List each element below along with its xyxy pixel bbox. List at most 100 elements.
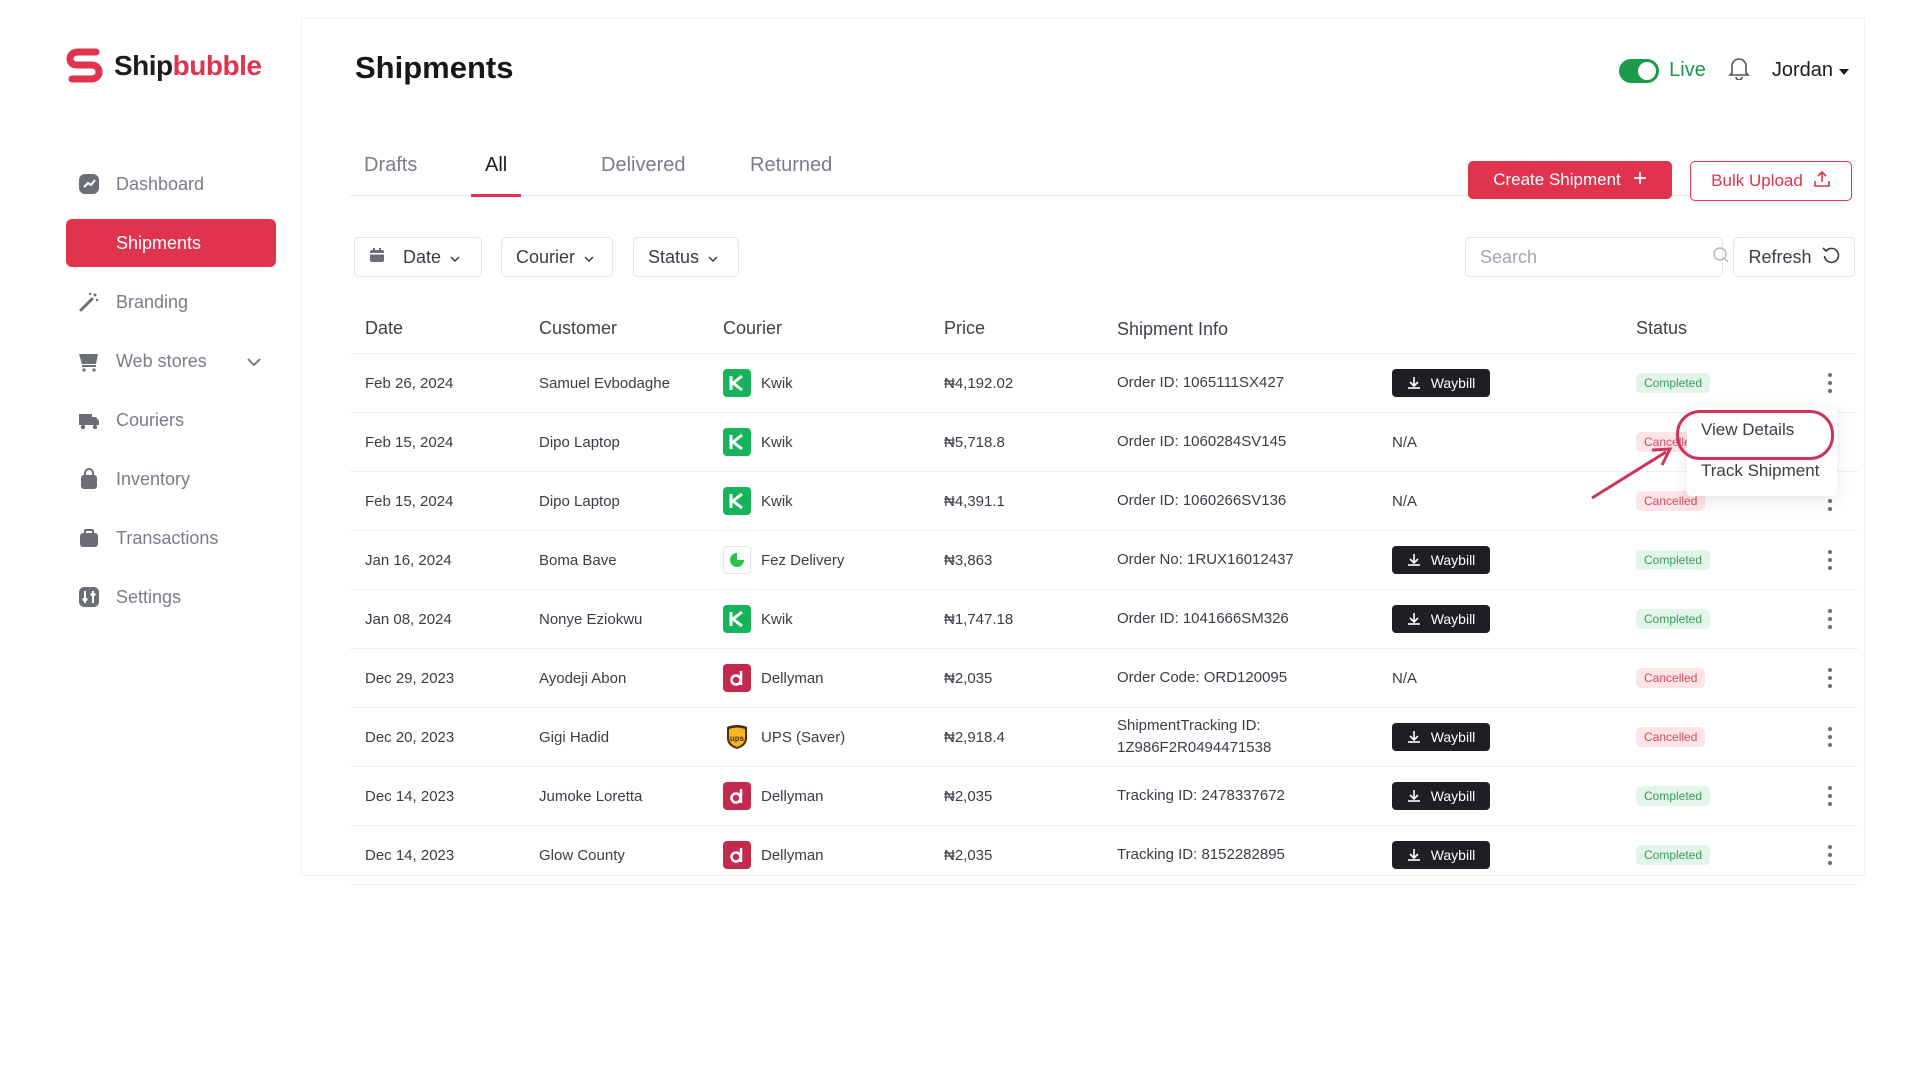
date-filter[interactable]: Date [354, 237, 482, 277]
cell-na: N/A [1392, 433, 1418, 451]
cell-shipment-info: Order ID: 1041666SM326 [1117, 608, 1289, 630]
header-courier: Courier [723, 318, 783, 338]
row-more-button[interactable] [1820, 786, 1840, 806]
download-icon [1407, 377, 1420, 389]
waybill-button[interactable]: Waybill [1392, 546, 1490, 574]
sidebar-item-web-stores[interactable]: Web stores [66, 337, 276, 385]
waybill-button[interactable]: Waybill [1392, 782, 1490, 810]
cell-price: ₦4,192.02 [944, 374, 1014, 392]
cell-courier: Kwik [723, 428, 793, 456]
row-more-button[interactable] [1820, 373, 1840, 393]
user-name: Jordan [1771, 59, 1833, 81]
sidebar-item-transactions[interactable]: Transactions [66, 514, 276, 562]
shipbubble-logo[interactable]: Shipbubble [66, 48, 262, 84]
live-switch[interactable]: Live [1619, 58, 1706, 83]
cell-customer: Nonye Eziokwu [539, 610, 643, 628]
sidebar-item-dashboard[interactable]: Dashboard [66, 160, 276, 208]
table-row[interactable]: Dec 14, 2023 Glow County Dellyman ₦2,035 Tra… [350, 826, 1858, 885]
dellyman-logo-icon [723, 782, 751, 810]
bulk-upload-button[interactable]: Bulk Upload [1690, 161, 1852, 201]
sidebar-item-shipments[interactable]: Shipments [66, 219, 276, 267]
courier-name: Kwik [761, 433, 793, 451]
sidebar-item-label: Shipments [116, 232, 202, 253]
courier-filter[interactable]: Courier [501, 237, 613, 277]
courier-name: Dellyman [761, 787, 824, 805]
info-line: ShipmentTracking ID: [1117, 717, 1261, 734]
cell-customer: Boma Bave [539, 551, 617, 569]
cell-waybill: Waybill [1392, 605, 1490, 633]
cell-shipment-info: Order Code: ORD120095 [1117, 667, 1287, 689]
cell-courier: Fez Delivery [723, 546, 844, 574]
cell-customer: Samuel Evbodaghe [539, 374, 670, 392]
info-line: Tracking ID: 8152282895 [1117, 846, 1285, 863]
cell-status: Completed [1636, 845, 1711, 865]
wallet-icon [78, 527, 100, 549]
cell-price: ₦2,035 [944, 669, 993, 687]
user-menu[interactable]: Jordan [1772, 59, 1849, 82]
waybill-button[interactable]: Waybill [1392, 841, 1490, 869]
row-more-button[interactable] [1820, 727, 1840, 747]
cell-price: ₦2,035 [944, 846, 993, 864]
track-shipment-menu-item[interactable]: Track Shipment [1701, 461, 1819, 481]
create-shipment-label: Create Shipment [1493, 170, 1621, 189]
refresh-icon [1821, 246, 1840, 269]
table-row[interactable]: Dec 20, 2023 Gigi Hadid ups UPS (Saver) ₦2,9… [350, 708, 1858, 767]
row-more-button[interactable] [1820, 845, 1840, 865]
search-input[interactable] [1480, 246, 1712, 268]
kebab-icon [1820, 550, 1840, 570]
header-status: Status [1636, 318, 1688, 338]
cell-shipment-info: Order ID: 1060284SV145 [1117, 431, 1286, 453]
cell-shipment-info: Order No: 1RUX16012437 [1117, 549, 1294, 571]
caret-down-icon [1839, 62, 1849, 80]
row-more-button[interactable] [1820, 550, 1840, 570]
cell-date: Feb 15, 2024 [365, 433, 454, 451]
kebab-icon [1820, 845, 1840, 865]
tab-returned[interactable]: Returned [736, 150, 846, 196]
courier-icon [78, 409, 100, 431]
sidebar-item-settings[interactable]: Settings [66, 573, 276, 621]
status-badge: Cancelled [1636, 668, 1706, 688]
tab-drafts[interactable]: Drafts [350, 150, 431, 196]
kebab-icon [1820, 373, 1840, 393]
cart-icon [78, 350, 100, 372]
table-row[interactable]: Dec 14, 2023 Jumoke Loretta Dellyman ₦2,035… [350, 767, 1858, 826]
sidebar-item-branding[interactable]: Branding [66, 278, 276, 326]
courier-name: Dellyman [761, 846, 824, 864]
status-filter[interactable]: Status [633, 237, 739, 277]
tab-all[interactable]: All [471, 150, 522, 197]
table-row[interactable]: Jan 16, 2024 Boma Bave Fez Delivery ₦3,863 O… [350, 531, 1858, 590]
sidebar-item-inventory[interactable]: Inventory [66, 455, 276, 503]
cell-courier: Kwik [723, 605, 793, 633]
cell-date: Dec 29, 2023 [365, 669, 455, 687]
fez-logo-icon [723, 546, 751, 574]
table-row[interactable]: Jan 08, 2024 Nonye Eziokwu Kwik ₦1,747.18 Or… [350, 590, 1858, 649]
tab-delivered[interactable]: Delivered [587, 150, 699, 196]
waybill-button[interactable]: Waybill [1392, 369, 1490, 397]
row-more-button[interactable] [1820, 609, 1840, 629]
sidebar-item-couriers[interactable]: Couriers [66, 396, 276, 444]
ups-logo-icon: ups [723, 723, 751, 751]
table-row[interactable]: Feb 26, 2024 Samuel Evbodaghe Kwik ₦4,192.0… [350, 354, 1858, 413]
waybill-button[interactable]: Waybill [1392, 723, 1490, 751]
refresh-button[interactable]: Refresh [1733, 237, 1855, 277]
bag-icon [78, 468, 100, 490]
cell-courier: Kwik [723, 487, 793, 515]
shipbubble-logo-icon [66, 48, 103, 83]
search-box[interactable] [1465, 237, 1729, 277]
chevron-down-icon[interactable] [246, 351, 262, 372]
sidebar-item-label: Couriers [116, 409, 185, 430]
waybill-button[interactable]: Waybill [1392, 605, 1490, 633]
live-label: Live [1669, 59, 1706, 81]
cell-price: ₦5,718.8 [944, 433, 1005, 451]
cell-date: Feb 15, 2024 [365, 492, 454, 510]
cell-status: Completed [1636, 373, 1711, 393]
dellyman-logo-icon [723, 841, 751, 869]
live-toggle[interactable] [1619, 58, 1660, 83]
create-shipment-button[interactable]: Create Shipment [1468, 161, 1672, 199]
row-more-button[interactable] [1820, 668, 1840, 688]
bell-icon[interactable] [1727, 56, 1750, 85]
highlight-circle [1676, 410, 1834, 460]
cell-waybill: Waybill [1392, 782, 1490, 810]
table-row[interactable]: Dec 29, 2023 Ayodeji Abon Dellyman ₦2,035 Or… [350, 649, 1858, 708]
courier-filter-label: Courier [516, 246, 576, 267]
